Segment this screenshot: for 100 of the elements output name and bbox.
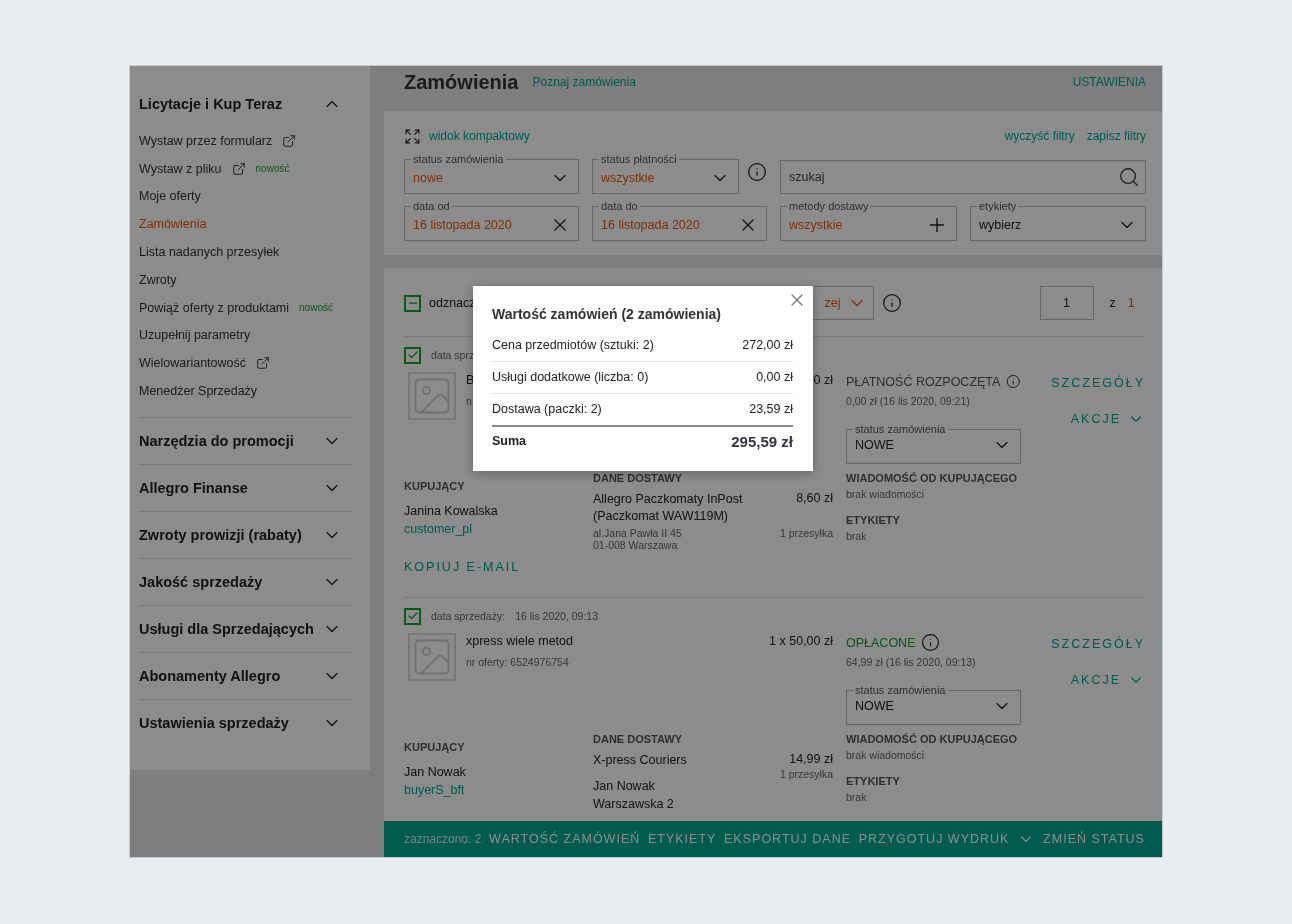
actions-menu[interactable]: AKCJE <box>1070 671 1145 689</box>
dropdown-value: zej <box>824 296 841 310</box>
bulk-action-button[interactable]: WARTOŚĆ ZAMÓWIEŃ <box>489 832 641 846</box>
menu-item[interactable]: Zwroty <box>139 272 177 287</box>
section-title[interactable]: Usługi dla Sprzedających <box>139 620 314 637</box>
section-title[interactable]: Ustawienia sprzedaży <box>139 714 289 731</box>
address-line: Warszawska 2 <box>593 797 674 811</box>
offer-number: nr oferty: 6524976754 <box>466 656 569 668</box>
payment-status: PŁATNOŚĆ ROZPOCZĘTA <box>846 374 1001 389</box>
bulk-action-button[interactable]: ETYKIETY <box>647 832 717 846</box>
field-value: wszystkie <box>601 171 655 185</box>
offer-number: n <box>466 395 472 407</box>
page-of: z <box>1109 296 1116 310</box>
value-amount: 0,00 zł <box>756 370 793 385</box>
filter-dropdown[interactable]: status płatności wszystkie <box>592 153 739 194</box>
actions-menu[interactable]: AKCJE <box>1070 410 1145 428</box>
field-label: data od <box>412 200 451 212</box>
image-placeholder-icon <box>408 633 456 681</box>
filter-dropdown[interactable]: status zamówienia nowe <box>404 153 579 194</box>
status-dropdown[interactable]: status zamówienia NOWE <box>846 423 1021 464</box>
field-label: status zamówienia <box>412 153 505 165</box>
buyer-heading: KUPUJĄCY <box>404 480 465 492</box>
delivery-method: Allegro Paczkomaty InPost (Paczkomat WAW119M) <box>593 491 743 525</box>
field-value: wszystkie <box>789 218 843 232</box>
product-price: 0 zł <box>813 373 833 387</box>
sale-date-label: data sprz <box>431 349 475 361</box>
checkbox[interactable] <box>404 346 421 364</box>
menu-item[interactable]: Uzupełnij parametry <box>139 328 251 343</box>
menu-item[interactable]: Menedżer Sprzedaży <box>139 384 258 399</box>
bulk-action-button[interactable]: ZMIEŃ STATUS <box>1043 832 1145 846</box>
info-icon <box>921 633 941 652</box>
field-label: status zamówienia <box>854 423 947 435</box>
menu-item[interactable]: Powiąż oferty z produktami <box>139 300 290 315</box>
buyer-login-link[interactable]: customer_pl <box>404 522 473 536</box>
value-label: Cena przedmiotów (sztuki: 2) <box>492 338 654 353</box>
check-icon <box>406 349 419 361</box>
section-title[interactable]: Narzędzia do promocji <box>139 432 294 449</box>
check-icon <box>406 610 419 622</box>
payment-detail: 0,00 zł (16 lis 2020, 09:21) <box>846 395 971 407</box>
value-amount: 23,59 zł <box>749 402 793 417</box>
labels-heading: ETYKIETY <box>846 775 900 787</box>
page-count: 1 <box>1127 296 1135 310</box>
filter-dropdown[interactable]: metody dostawy wszystkie <box>780 200 957 241</box>
product-title: B <box>466 373 475 387</box>
bulk-action-button[interactable]: EKSPORTUJ DANE <box>724 832 852 846</box>
delivery-heading: DANE DOSTAWY <box>593 472 684 484</box>
message-heading: WIADOMOŚĆ OD KUPUJĄCEGO <box>846 733 1018 745</box>
sale-date-label: data sprzedaży: <box>431 610 506 622</box>
search-field[interactable]: szukaj <box>780 160 1146 194</box>
field-label: data do <box>600 200 639 212</box>
compact-view-link[interactable]: widok kompaktowy <box>429 129 530 143</box>
value-label: Dostawa (paczki: 2) <box>492 402 602 417</box>
delivery-price: 14,99 zł <box>789 752 833 766</box>
parcel-count: 1 przesyłka <box>779 768 833 780</box>
external-link-icon <box>256 356 270 371</box>
save-filters-link[interactable]: zapisz filtry <box>1086 129 1146 143</box>
new-label: nowość <box>255 163 290 175</box>
menu-item[interactable]: Wystaw przez formularz <box>139 133 273 148</box>
section-title[interactable]: Licytacje i Kup Teraz <box>139 95 283 112</box>
buyer-login-link[interactable]: buyerS_bft <box>404 783 465 797</box>
field-value: 16 listopada 2020 <box>413 218 512 232</box>
section-title[interactable]: Allegro Finanse <box>139 479 248 496</box>
value-amount: 272,00 zł <box>742 338 793 353</box>
details-link[interactable]: SZCZEGÓŁY <box>1051 376 1145 390</box>
address-line: Jan Nowak <box>593 779 655 793</box>
date-field[interactable]: data od 16 listopada 2020 <box>404 200 579 241</box>
bulk-action-button[interactable]: PRZYGOTUJ WYDRUK <box>858 830 1036 848</box>
section-title[interactable]: Abonamenty Allegro <box>139 667 281 684</box>
checkbox[interactable] <box>404 607 421 625</box>
external-link-icon <box>282 133 297 148</box>
menu-item[interactable]: Zamówienia <box>139 217 207 232</box>
menu-item[interactable]: Wielowariantowość <box>139 356 246 371</box>
new-label: nowość <box>299 302 333 314</box>
info-icon <box>881 293 902 313</box>
labels-text: brak <box>846 791 867 803</box>
menu-item[interactable]: Wystaw z pliku <box>139 161 222 176</box>
info-icon <box>747 161 767 182</box>
section-title[interactable]: Jakość sprzedaży <box>139 573 263 590</box>
product-price: 1 x 50,00 zł <box>769 634 833 648</box>
menu-item[interactable]: Lista nadanych przesyłek <box>139 245 280 260</box>
field-value: 16 listopada 2020 <box>601 218 700 232</box>
filter-dropdown[interactable]: etykiety wybierz <box>970 200 1146 241</box>
buyer-heading: KUPUJĄCY <box>404 741 465 753</box>
date-field[interactable]: data do 16 listopada 2020 <box>592 200 767 241</box>
page-field[interactable]: 1 <box>1039 286 1094 320</box>
section-title[interactable]: Zwroty prowizji (rabaty) <box>139 526 302 543</box>
message-text: brak wiadomości <box>846 488 925 500</box>
menu-item[interactable]: Moje oferty <box>139 189 201 204</box>
details-link[interactable]: SZCZEGÓŁY <box>1051 637 1145 651</box>
product-title: xpress wiele metod <box>466 634 573 648</box>
copy-email-link[interactable]: KOPIUJ E-MAIL <box>404 560 521 574</box>
field-label: metody dostawy <box>788 200 870 212</box>
address-line: 01-008 Warszawa <box>593 539 678 551</box>
status-dropdown[interactable]: status zamówienia NOWE <box>846 684 1021 725</box>
external-link-icon <box>231 161 246 176</box>
checkbox[interactable] <box>404 294 421 312</box>
total-amount: 295,59 zł <box>731 432 793 450</box>
field-value: nowe <box>413 171 443 185</box>
labels-heading: ETYKIETY <box>846 514 900 526</box>
clear-filters-link[interactable]: wyczyść filtry <box>1004 129 1075 143</box>
